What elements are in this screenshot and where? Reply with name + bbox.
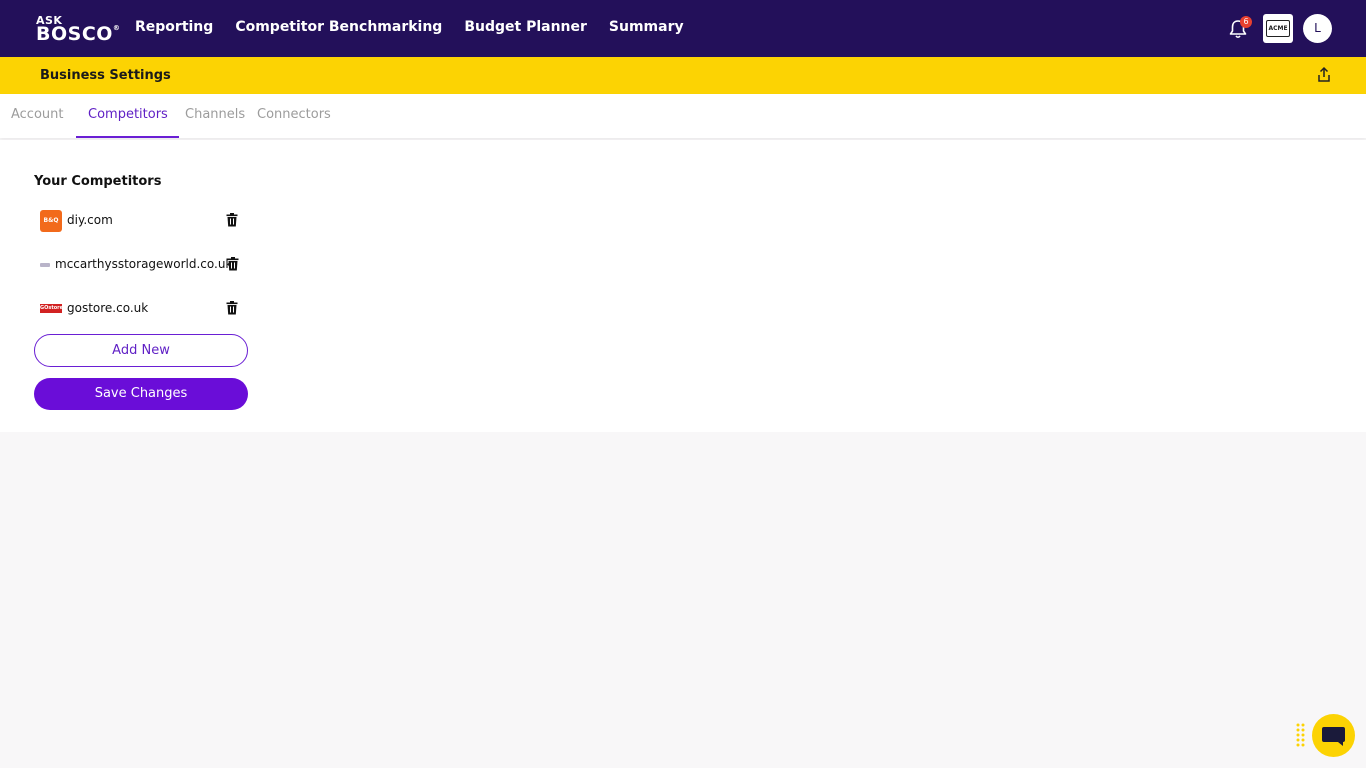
save-changes-button[interactable]: Save Changes bbox=[34, 378, 248, 410]
list-item: B&Q diy.com bbox=[38, 209, 248, 233]
logo-registered-mark: ® bbox=[112, 24, 121, 32]
active-tab-indicator bbox=[76, 136, 179, 138]
list-item: GOstore gostore.co.uk bbox=[38, 297, 248, 321]
tab-connectors[interactable]: Connectors bbox=[257, 107, 331, 122]
page-title: Business Settings bbox=[40, 68, 171, 83]
favicon-gostore: GOstore bbox=[40, 304, 64, 313]
business-settings-bar: Business Settings bbox=[0, 57, 1366, 94]
competitor-domain: diy.com bbox=[67, 213, 113, 227]
competitor-domain: mccarthysstorageworld.co.uk bbox=[55, 257, 233, 271]
grip-icon[interactable] bbox=[1296, 723, 1305, 747]
top-nav-bar: ASK BOSCO® Reporting Competitor Benchmar… bbox=[0, 0, 1366, 57]
chat-button[interactable] bbox=[1312, 714, 1355, 757]
add-new-button[interactable]: Add New bbox=[34, 334, 248, 367]
askbosco-logo[interactable]: ASK BOSCO® bbox=[36, 15, 120, 44]
competitor-domain: gostore.co.uk bbox=[67, 301, 149, 315]
trash-icon[interactable] bbox=[226, 301, 238, 315]
competitors-panel: Your Competitors B&Q diy.com mccarthysst… bbox=[0, 140, 1366, 432]
chat-icon bbox=[1322, 727, 1345, 746]
tab-competitors[interactable]: Competitors bbox=[88, 107, 168, 122]
settings-tabs: Account Competitors Channels Connectors bbox=[0, 94, 1366, 138]
favicon-bq: B&Q bbox=[40, 210, 62, 232]
company-logo-button[interactable]: ACME bbox=[1263, 14, 1293, 43]
section-title: Your Competitors bbox=[34, 174, 162, 189]
favicon-mccarthys bbox=[40, 263, 50, 267]
nav-reporting[interactable]: Reporting bbox=[135, 19, 213, 35]
logo-wordmark: BOSCO bbox=[36, 23, 113, 45]
nav-competitor-benchmarking[interactable]: Competitor Benchmarking bbox=[235, 19, 442, 35]
nav-summary[interactable]: Summary bbox=[609, 19, 684, 35]
user-avatar[interactable]: L bbox=[1303, 14, 1332, 43]
nav-budget-planner[interactable]: Budget Planner bbox=[464, 19, 587, 35]
tab-account[interactable]: Account bbox=[11, 107, 64, 122]
main-nav: Reporting Competitor Benchmarking Budget… bbox=[135, 19, 706, 35]
logo-line-2: BOSCO® bbox=[36, 25, 120, 44]
trash-icon[interactable] bbox=[226, 213, 238, 227]
list-item: mccarthysstorageworld.co.uk bbox=[38, 253, 248, 277]
company-logo-text: ACME bbox=[1266, 20, 1290, 37]
notification-badge: 6 bbox=[1240, 16, 1252, 28]
tab-channels[interactable]: Channels bbox=[185, 107, 245, 122]
share-icon[interactable] bbox=[1316, 66, 1332, 84]
trash-icon[interactable] bbox=[227, 257, 239, 271]
